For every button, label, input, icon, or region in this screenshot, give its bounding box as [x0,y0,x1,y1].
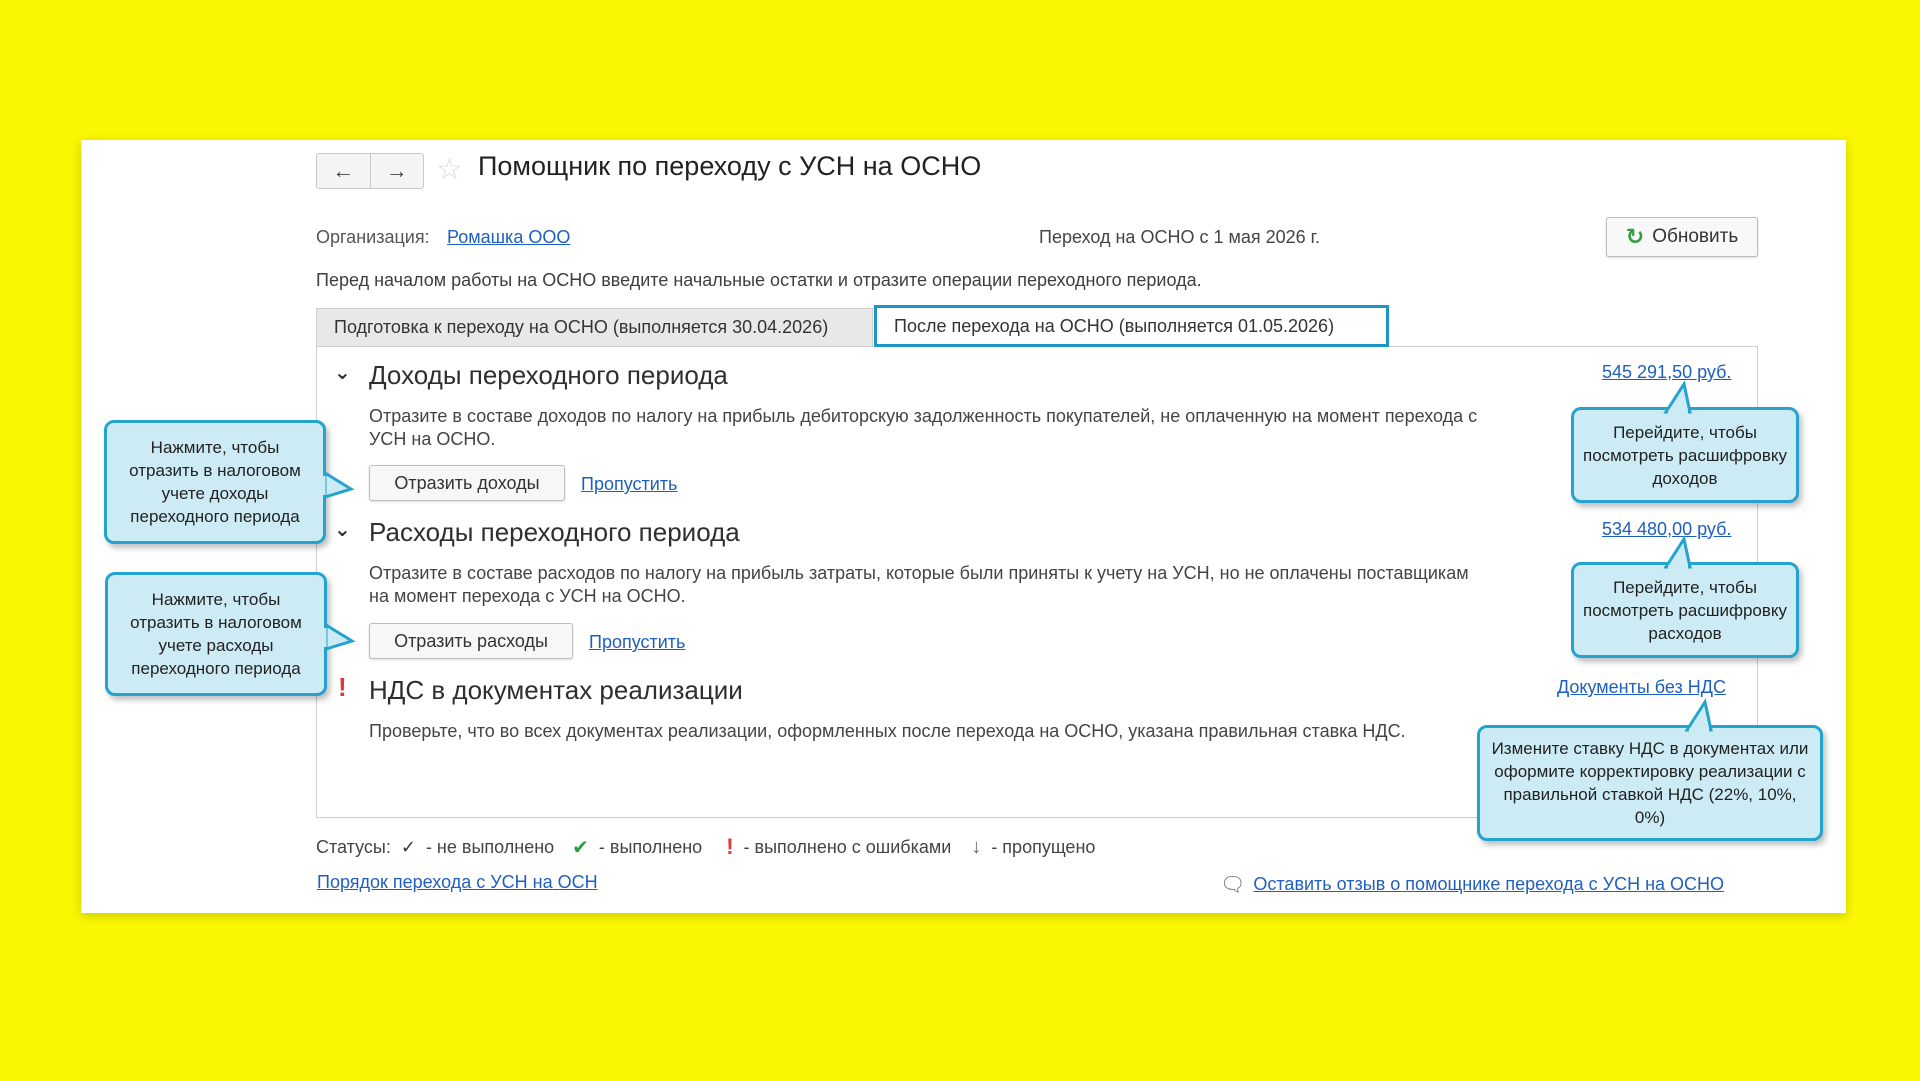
documents-without-vat-link[interactable]: Документы без НДС [1557,677,1726,698]
callout-text: Измените ставку НДС в документах или офо… [1491,739,1809,827]
forward-button[interactable]: → [369,154,424,188]
callout-expenses-amount: Перейдите, чтобы посмотреть расшифровку … [1571,535,1799,658]
callout-vat-link: Измените ставку НДС в документах или офо… [1477,698,1823,841]
status-not-done-label: - не выполнено [425,836,555,857]
status-error-label: - выполнено с ошибками [743,836,952,857]
status-done-label: - выполнено [598,836,703,857]
page-title: Помощник по переходу с УСН на ОСНО [478,151,982,181]
tab-preparation[interactable]: Подготовка к переходу на ОСНО (выполняет… [316,308,873,346]
callout-expenses-action: Нажмите, чтобы отразить в налоговом учет… [105,572,356,696]
statuses-label: Статусы: [316,836,391,857]
green-checkmark-icon: ✔ [572,836,589,859]
error-status-icon: ! [338,672,347,702]
reflect-expenses-button[interactable]: Отразить расходы [369,623,573,659]
tab-label: Подготовка к переходу на ОСНО (выполняет… [334,317,829,337]
callout-text: Перейдите, чтобы посмотреть расшифровку … [1582,422,1788,488]
income-section-title: Доходы переходного периода [369,360,728,390]
callout-income-amount: Перейдите, чтобы посмотреть расшифровку … [1571,380,1799,503]
feedback-row: 🗨 Оставить отзыв о помощнике перехода с … [1220,872,1724,897]
callout-text: Перейдите, чтобы посмотреть расшифровку … [1582,577,1788,643]
chevron-down-icon[interactable]: ⌄ [334,360,351,385]
vat-description: Проверьте, что во всех документах реализ… [369,721,1406,741]
reflect-income-button[interactable]: Отразить доходы [369,465,565,501]
status-legend: Статусы: ✓ - не выполнено ✔ - выполнено … [316,834,1095,860]
status-skipped-label: - пропущено [991,836,1096,857]
callout-text: Нажмите, чтобы отразить в налоговом учет… [130,590,302,678]
transition-procedure-link[interactable]: Порядок перехода с УСН на ОСН [317,872,598,893]
callout-income-action: Нажмите, чтобы отразить в налоговом учет… [104,420,355,544]
skip-expenses-link[interactable]: Пропустить [589,632,685,653]
tab-label: После перехода на ОСНО (выполняется 01.0… [894,315,1335,336]
transition-date-text: Переход на ОСНО с 1 мая 2026 г. [1039,227,1321,247]
feedback-link[interactable]: Оставить отзыв о помощнике перехода с УС… [1253,874,1724,895]
organization-link[interactable]: Ромашка ООО [447,227,570,248]
refresh-icon: ↻ [1625,224,1645,249]
callout-text: Нажмите, чтобы отразить в налоговом учет… [129,438,301,526]
tab-after-transition[interactable]: После перехода на ОСНО (выполняется 01.0… [874,305,1389,347]
income-description: Отразите в составе доходов по налогу на … [369,406,1478,449]
speech-bubble-icon: 🗨 [1220,874,1246,896]
checkmark-icon: ✓ [400,836,416,857]
vat-section-title: НДС в документах реализации [369,675,743,705]
arrow-left-icon: ← [332,158,355,183]
income-amount-link[interactable]: 545 291,50 руб. [1602,362,1731,383]
star-icon[interactable]: ☆ [436,152,463,187]
arrow-right-icon: → [385,158,408,183]
navigation-buttons: ← → [316,153,424,189]
expenses-description: Отразите в составе расходов по налогу на… [369,563,1469,606]
intro-text: Перед началом работы на ОСНО введите нач… [316,270,1202,290]
back-button[interactable]: ← [317,154,370,188]
refresh-label: Обновить [1652,226,1739,247]
exclamation-icon: ! [726,834,734,859]
refresh-button[interactable]: ↻ Обновить [1606,217,1758,257]
arrow-down-icon: ↓ [971,835,982,858]
chevron-down-icon[interactable]: ⌄ [334,517,351,542]
skip-income-link[interactable]: Пропустить [581,474,677,495]
expenses-section-title: Расходы переходного периода [369,517,740,547]
organization-label: Организация: [316,227,430,247]
